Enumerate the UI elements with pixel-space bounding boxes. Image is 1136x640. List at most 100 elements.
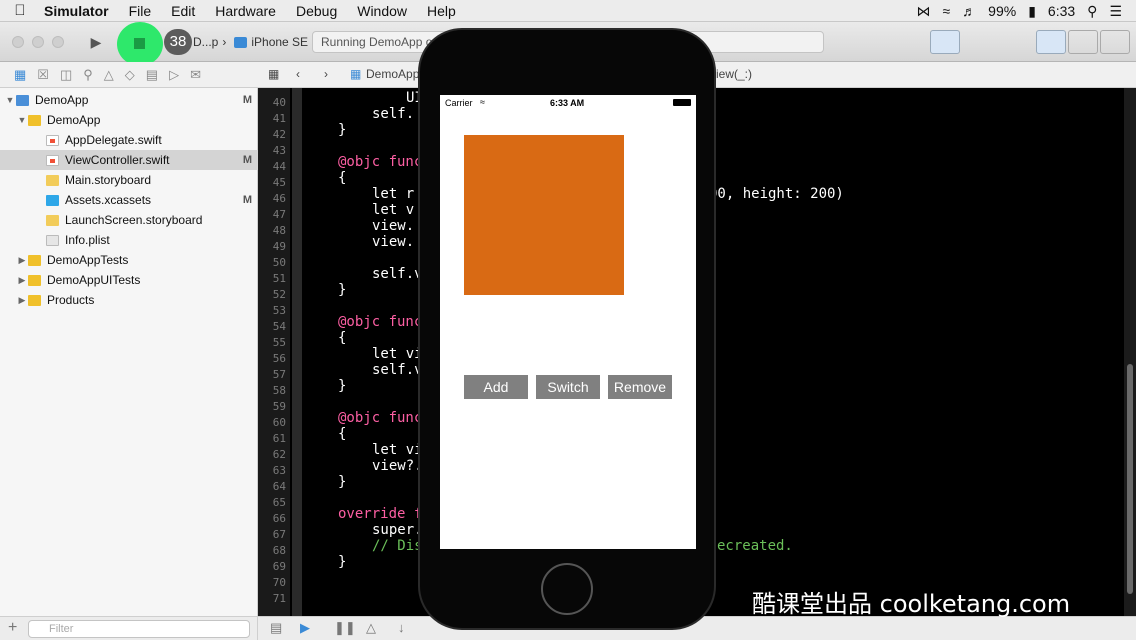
remove-button[interactable]: Remove [608,375,672,399]
menu-window[interactable]: Window [347,3,417,19]
stop-button[interactable] [117,22,163,66]
nav-item-label: Info.plist [65,233,110,247]
modified-badge: M [242,154,252,166]
standard-editor-button[interactable] [930,30,960,54]
wifi-icon[interactable]: ≈ [942,3,950,19]
nav-item-info-plist[interactable]: Info.plist [0,230,258,250]
storyboard-icon [46,174,59,186]
assistant-editor-button[interactable] [964,30,994,54]
nav-item-viewcontroller[interactable]: ViewController.swift M [0,150,258,170]
breakpoints-toggle-icon[interactable]: ▶ [300,620,310,636]
switch-button[interactable]: Switch [536,375,600,399]
battery-percent[interactable]: 99% [988,3,1016,19]
code-line-63: } [338,474,347,490]
nav-item-demoapptests[interactable]: ▶ DemoAppTests [0,250,258,270]
code-line-68: } [338,554,347,570]
pause-icon[interactable]: ❚❚ [334,620,356,636]
nav-item-demoappuitests[interactable]: ▶ DemoAppUITests [0,270,258,290]
code-line-44: { [338,170,347,186]
report-navigator-icon[interactable]: ✉ [190,67,201,83]
code-line-62: view?. [372,458,423,474]
breadcrumb-method[interactable]: iew(_:) [716,67,752,81]
menu-app-name[interactable]: Simulator [40,3,119,19]
disclosure-closed-icon[interactable]: ▶ [16,295,28,306]
menu-debug[interactable]: Debug [286,3,347,19]
home-button[interactable] [541,563,593,615]
scrollbar-thumb[interactable] [1127,364,1133,594]
menu-help[interactable]: Help [417,3,466,19]
nav-item-main-storyboard[interactable]: Main.storyboard [0,170,258,190]
nav-item-label: Assets.xcassets [65,193,152,207]
nav-item-label: AppDelegate.swift [65,133,162,147]
close-window-button[interactable] [12,36,24,48]
battery-icon[interactable]: ▮ [1028,3,1036,20]
related-items-icon[interactable]: ▦ [268,67,279,81]
device-icon [234,36,248,48]
hide-debug-area-icon[interactable]: ▤ [270,620,282,636]
add-button[interactable]: Add [464,375,528,399]
status-time: 6:33 AM [550,98,585,108]
storyboard-icon [46,214,59,226]
step-over-icon[interactable]: △ [366,620,376,636]
disclosure-closed-icon[interactable]: ▶ [16,275,28,286]
zoom-window-button[interactable] [52,36,64,48]
menu-hardware[interactable]: Hardware [205,3,286,19]
chevron-right-icon: › [222,35,227,49]
notification-center-icon[interactable]: ☰ [1109,3,1122,20]
nav-item-group-demoapp[interactable]: ▼ DemoApp [0,110,258,130]
menu-edit[interactable]: Edit [161,3,205,19]
version-editor-button[interactable] [996,30,1026,54]
symbol-navigator-icon[interactable]: ◫ [60,67,72,83]
forward-arrow-icon[interactable]: › [324,67,328,81]
menu-extras: ⋈ ≈ ♬ 99% ▮ 6:33 ⚲ ☰ [916,0,1136,22]
nav-item-project[interactable]: ▼ DemoApp M [0,90,258,110]
toggle-debug-area-button[interactable] [1068,30,1098,54]
code-line-50: self.v [372,266,423,282]
stop-icon [134,38,145,49]
disclosure-open-icon[interactable]: ▼ [16,115,28,125]
folder-icon [28,274,41,286]
debug-navigator-icon[interactable]: ▤ [146,67,158,83]
navigator-filter-input[interactable]: Filter [28,620,250,638]
breakpoint-navigator-icon[interactable]: ▷ [169,67,179,83]
run-button[interactable]: ▶ [84,31,108,53]
clock[interactable]: 6:33 [1048,3,1075,19]
code-line-59: @objc func [338,410,423,426]
bluetooth-icon[interactable]: ⋈ [916,3,930,20]
spotlight-icon[interactable]: ⚲ [1087,3,1097,20]
folder-icon [28,114,41,126]
wifi-icon: ≈ [480,97,485,107]
swift-file-icon [46,134,59,146]
simulator-screen[interactable]: Carrier ≈ 6:33 AM Add Switch Remove [440,95,696,549]
folder-icon [28,254,41,266]
step-into-icon[interactable]: ↓ [398,620,405,635]
nav-item-products[interactable]: ▶ Products [0,290,258,310]
breadcrumb-project[interactable]: DemoApp [366,67,419,81]
nav-item-label: DemoApp [35,93,89,107]
nav-item-appdelegate[interactable]: AppDelegate.swift [0,130,258,150]
issue-navigator-icon[interactable]: △ [104,67,114,83]
toggle-utilities-button[interactable] [1100,30,1130,54]
add-file-icon[interactable]: + [8,619,17,637]
nav-item-assets[interactable]: Assets.xcassets M [0,190,258,210]
minimize-window-button[interactable] [32,36,44,48]
menu-file[interactable]: File [119,3,162,19]
watermark: 酷课堂出品 coolketang.com [752,590,1071,618]
source-control-navigator-icon[interactable]: ☒ [37,67,49,83]
nav-item-label: DemoAppTests [47,253,129,267]
nav-item-launchscreen[interactable]: LaunchScreen.storyboard [0,210,258,230]
folder-icon [28,294,41,306]
project-navigator-icon[interactable]: ▦ [14,67,26,83]
find-navigator-icon[interactable]: ⚲ [83,67,93,83]
nav-item-label: DemoAppUITests [47,273,141,287]
editor-vertical-scrollbar[interactable] [1124,88,1136,616]
test-navigator-icon[interactable]: ◇ [125,67,135,83]
toggle-navigator-button[interactable] [1036,30,1066,54]
apple-menu-icon[interactable]:  [0,2,40,19]
volume-icon[interactable]: ♬ [962,3,976,19]
code-line-46: let v [372,202,415,218]
scheme-selector[interactable]: D...p › iPhone SE [193,35,308,49]
back-arrow-icon[interactable]: ‹ [296,67,300,81]
disclosure-closed-icon[interactable]: ▶ [16,255,28,266]
disclosure-open-icon[interactable]: ▼ [4,95,16,105]
